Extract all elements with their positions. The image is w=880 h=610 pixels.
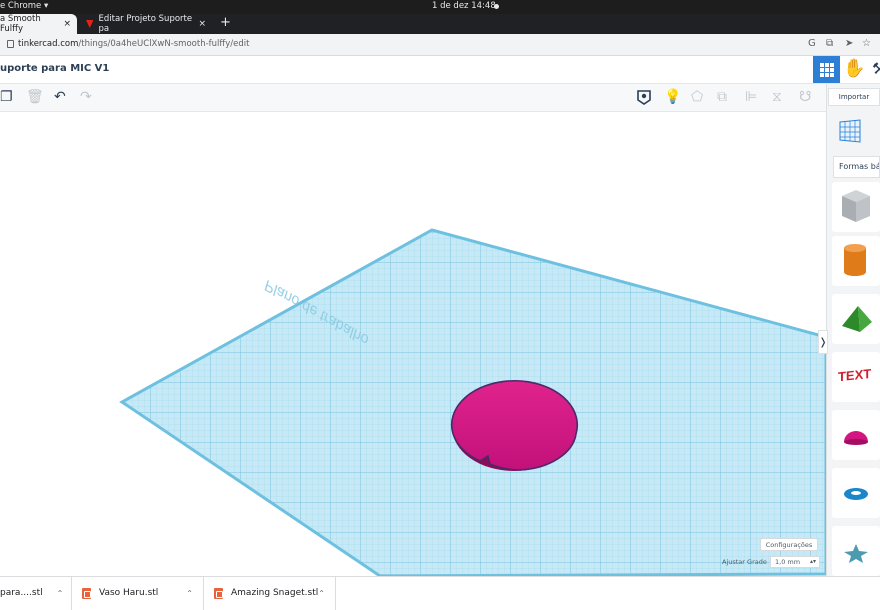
notes-icon[interactable] <box>636 88 652 110</box>
text-icon: TEXT <box>838 366 871 384</box>
delete-icon[interactable]: 🗑 <box>26 89 44 105</box>
shape-icon[interactable]: ⬠ <box>691 89 703 105</box>
pyramid-icon <box>842 306 872 332</box>
tool-icon[interactable]: ⚒ <box>872 59 880 78</box>
tinkercad-favicon-icon <box>86 20 94 28</box>
notification-dot-icon <box>494 4 499 9</box>
tab-title: a Smooth Fulffy <box>0 14 41 34</box>
mirror-icon[interactable]: ⧖ <box>772 89 782 105</box>
chevron-up-icon[interactable]: ⌃ <box>186 589 193 598</box>
download-name: para....stl <box>0 588 43 598</box>
download-name: Vaso Haru.stl <box>99 588 159 598</box>
pyramid-shape-card[interactable] <box>832 294 880 344</box>
snap-grid-select[interactable]: 1,0 mm ▴▾ <box>770 556 820 568</box>
file-icon <box>82 587 91 599</box>
share-icon[interactable]: ➤ <box>845 38 853 49</box>
align-icon[interactable]: ⊫ <box>745 89 757 105</box>
lock-icon[interactable] <box>7 40 14 48</box>
simulation-hand-icon[interactable]: ✋ <box>843 58 865 79</box>
box-icon <box>842 190 870 222</box>
settings-button[interactable]: Configurações <box>760 538 818 551</box>
download-name: Amazing Snaget.stl <box>231 588 319 598</box>
svg-text:TEXT: TEXT <box>838 366 871 384</box>
os-app-menu[interactable]: e Chrome ▾ <box>0 1 48 11</box>
cylinder-shape-card[interactable] <box>832 236 880 286</box>
text-shape-card[interactable]: TEXT <box>832 352 880 402</box>
workplane-scene[interactable]: Plano de trabalho <box>0 112 828 578</box>
os-clock[interactable]: 1 de dez 14:48 <box>432 1 496 11</box>
undo-button[interactable]: ↶ <box>54 89 66 105</box>
workplane-tool-icon[interactable] <box>838 118 862 148</box>
download-item[interactable]: para....stl ⌃ <box>0 576 72 610</box>
snap-grid-value: 1,0 mm <box>775 558 801 566</box>
grid-icon <box>819 62 834 77</box>
star-shape-card[interactable] <box>832 526 880 576</box>
torus-icon <box>844 488 868 500</box>
file-icon <box>214 587 223 599</box>
tab-smooth-fulffy[interactable]: a Smooth Fulffy × <box>0 14 77 34</box>
cruise-icon[interactable]: ☋ <box>799 89 811 105</box>
redo-button[interactable]: ↷ <box>80 89 92 105</box>
new-tab-button[interactable]: + <box>220 15 231 30</box>
import-button[interactable]: Importar <box>828 88 880 106</box>
google-icon[interactable]: G <box>808 38 816 49</box>
download-item[interactable]: Amazing Snaget.stl ⌃ <box>204 576 336 610</box>
url-text[interactable]: tinkercad.com/things/0a4heUClXwN-smooth-… <box>18 39 249 49</box>
duplicate-icon[interactable]: ❐ <box>0 89 13 105</box>
editor-header <box>0 56 880 84</box>
install-icon[interactable]: ⧉ <box>826 38 833 49</box>
snap-grid-label: Ajustar Grade <box>722 558 767 566</box>
close-icon[interactable]: × <box>63 19 71 29</box>
design-title[interactable]: uporte para MIC V1 <box>0 63 109 74</box>
torus-shape-card[interactable] <box>832 468 880 518</box>
group-icon[interactable]: ⧉ <box>717 89 727 105</box>
chevron-up-icon[interactable]: ⌃ <box>318 589 325 598</box>
close-icon[interactable]: × <box>198 19 206 29</box>
half-sphere-icon <box>844 431 868 445</box>
half-sphere-shape-card[interactable] <box>832 410 880 460</box>
star-icon <box>844 544 868 563</box>
tab-editar-projeto[interactable]: Editar Projeto Suporte pa × <box>82 14 212 34</box>
shapes-category-select[interactable]: Formas básicas <box>833 156 880 178</box>
box-shape-card[interactable] <box>832 182 880 232</box>
download-item[interactable]: Vaso Haru.stl ⌃ <box>72 576 204 610</box>
stepper-icon: ▴▾ <box>809 558 816 565</box>
cylinder-icon <box>844 244 866 276</box>
3d-design-view-button[interactable] <box>813 56 840 83</box>
bookmark-star-icon[interactable]: ☆ <box>862 38 871 49</box>
chevron-up-icon[interactable]: ⌃ <box>57 589 64 598</box>
half-sphere-shape[interactable] <box>450 379 579 471</box>
bulb-icon[interactable]: 💡 <box>664 89 681 105</box>
tab-title: Editar Projeto Suporte pa <box>98 14 193 34</box>
collapse-panel-button[interactable]: ❭ <box>818 330 828 354</box>
3d-viewport[interactable]: Plano de trabalho <box>0 112 828 578</box>
